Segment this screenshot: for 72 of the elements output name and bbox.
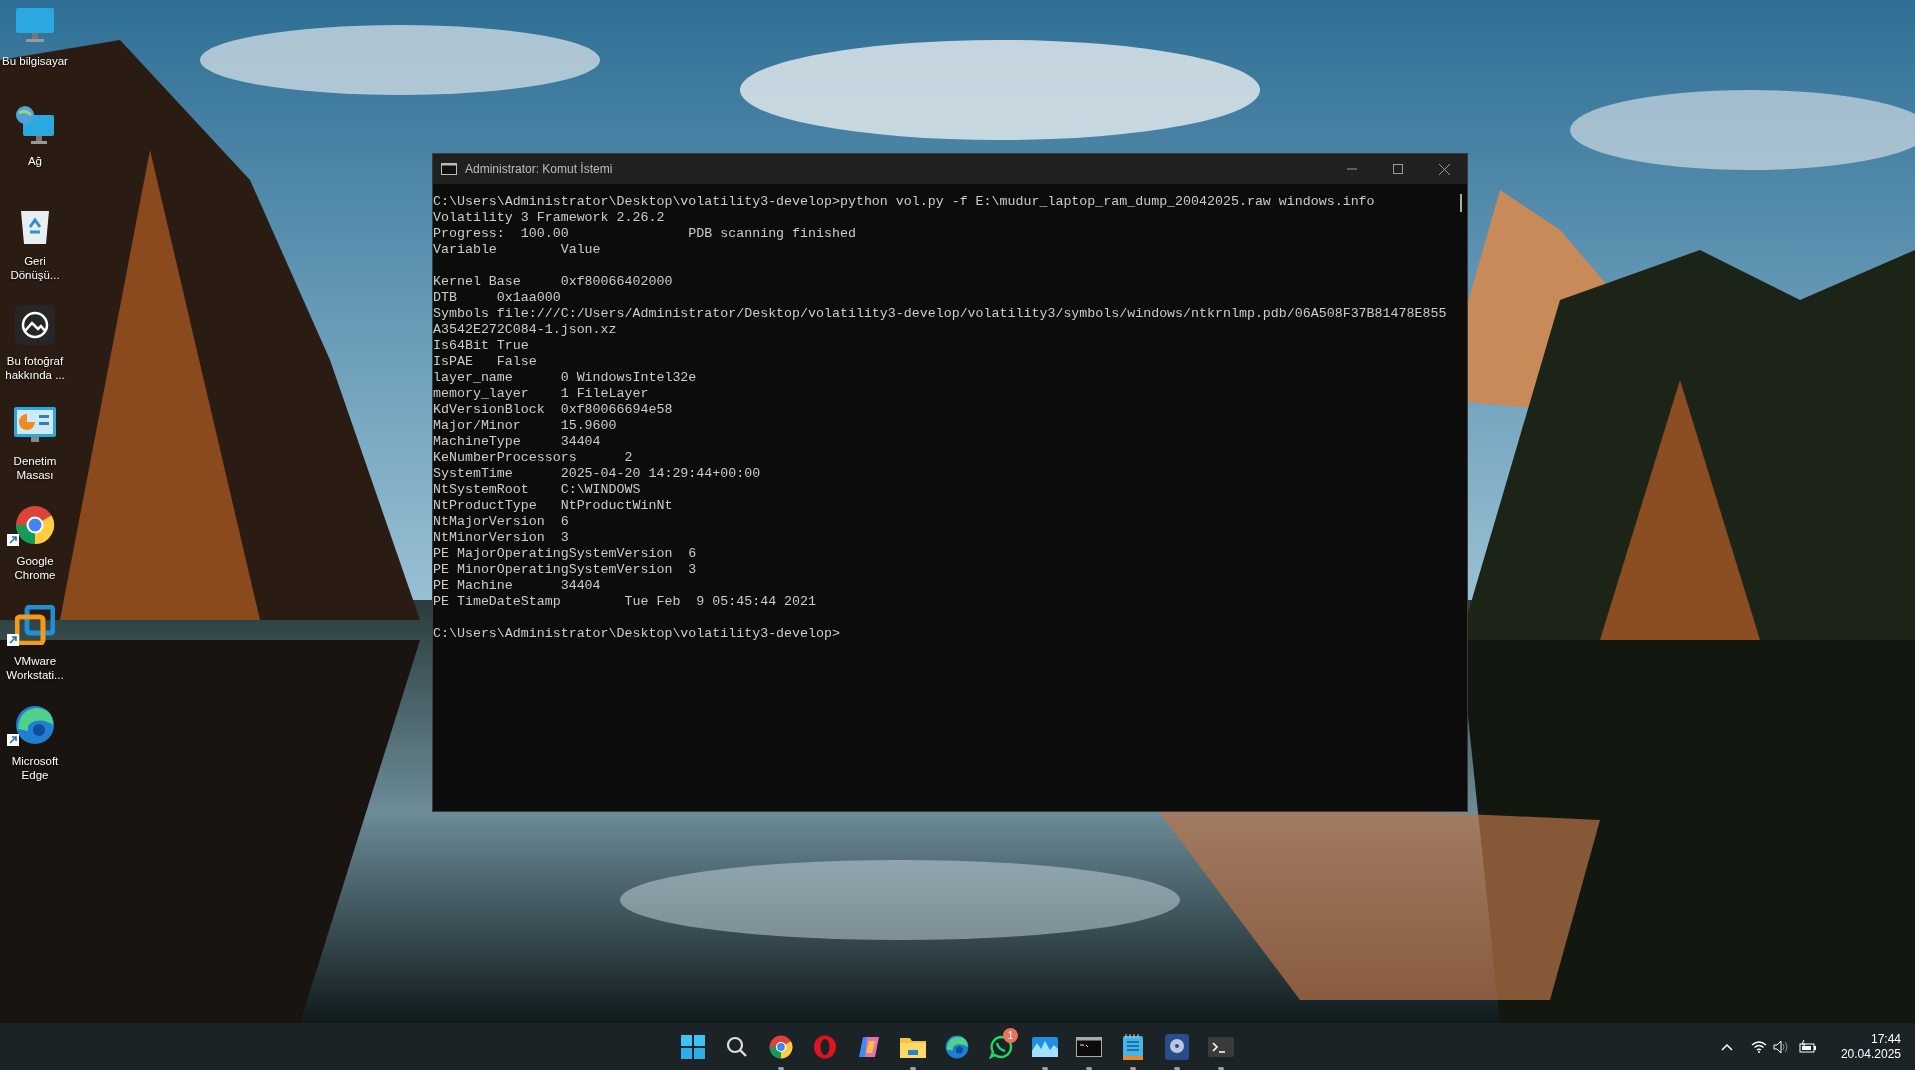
console-line: Symbols file:///C:/Users/Administrator/Desktop/volatility3-develop/volatility3/symbols/windows/ntkrnlmp.pdb/06A508F37B81478E855 <box>433 306 1447 322</box>
shortcut-label: Bu fotoğraf hakkında ... <box>4 354 66 382</box>
notepad-icon <box>1123 1033 1143 1060</box>
console-line: Volatility 3 Framework 2.26.2 <box>433 210 665 226</box>
console-line: Is64Bit True <box>433 338 529 354</box>
console-line: NtSystemRoot C:\WINDOWS <box>433 482 641 498</box>
scrollbar-thumb[interactable] <box>1460 194 1462 212</box>
close-icon <box>1438 163 1450 175</box>
window-title: Administrator: Komut İstemi <box>465 161 613 178</box>
copilot-icon <box>857 1034 881 1059</box>
shortcut-label: Geri Dönüşü... <box>9 254 61 282</box>
console-line: layer_name 0 WindowsIntel32e <box>433 370 697 386</box>
desktop-shortcut[interactable]: Geri Dönüşü... <box>0 200 70 300</box>
terminal-icon <box>1208 1036 1234 1057</box>
console-line: C:\Users\Administrator\Desktop\volatility3-develop> <box>433 626 840 642</box>
console-line: PE MinorOperatingSystemVersion 3 <box>433 562 697 578</box>
console-line: DTB 0x1aa000 <box>433 290 561 306</box>
console-line: MachineType 34404 <box>433 434 601 450</box>
console-line: PE TimeDateStamp Tue Feb 9 05:45:44 2021 <box>433 594 816 610</box>
desktop-shortcut[interactable]: Bu fotoğraf hakkında ... <box>0 300 70 400</box>
wifi-icon[interactable] <box>1750 1040 1767 1053</box>
edge-icon <box>15 705 55 745</box>
speaker-icon[interactable] <box>1772 1039 1789 1054</box>
console-line: C:\Users\Administrator\Desktop\volatility3-develop>python vol.py -f E:\mudur_laptop_ram_dump_20042025.raw windows.info <box>433 194 1375 210</box>
shortcut-label: VMware Workstati... <box>5 654 65 682</box>
shortcut-label: Google Chrome <box>13 554 57 582</box>
shortcut-label: Ağ <box>26 154 44 168</box>
console-line: NtMajorVersion 6 <box>433 514 569 530</box>
console-line: IsPAE False <box>433 354 537 370</box>
chrome-icon <box>15 505 55 545</box>
clock-date[interactable]: 20.04.2025 <box>1840 1046 1901 1062</box>
console-line: Progress: 100.00 PDB scanning finished <box>433 226 856 242</box>
desktop-shortcut[interactable]: VMware Workstati... <box>0 600 70 700</box>
console-line: Variable Value <box>433 242 601 258</box>
battery-icon[interactable] <box>1798 1039 1817 1054</box>
console-line: SystemTime 2025-04-20 14:29:44+00:00 <box>433 466 761 482</box>
console-line: KeNumberProcessors 2 <box>433 450 633 466</box>
console-line: KdVersionBlock 0xf80066694e58 <box>433 402 673 418</box>
notification-badge: 1 <box>1003 1027 1018 1043</box>
desktop-shortcut[interactable]: Bu bilgisayar <box>0 0 70 100</box>
console-line: memory_layer 1 FileLayer <box>433 386 649 402</box>
control-panel-icon <box>13 406 57 444</box>
windows-logo-icon <box>681 1034 705 1059</box>
waveform-window-icon <box>1032 1036 1058 1057</box>
console-line: Major/Minor 15.9600 <box>433 418 617 434</box>
network-monitor-icon <box>15 105 55 145</box>
shortcut-label: Denetim Masası <box>12 454 58 482</box>
desktop-shortcut[interactable]: Google Chrome <box>0 500 70 600</box>
folder-icon <box>900 1035 926 1058</box>
shortcut-label: Microsoft Edge <box>10 754 60 782</box>
maximize-icon <box>1393 164 1403 174</box>
console-line: A3542E272C084-1.json.xz <box>433 322 617 338</box>
monitor-icon <box>15 7 55 43</box>
image-icon <box>15 305 55 345</box>
clock-time[interactable]: 17:44 <box>1870 1031 1901 1047</box>
console-line: Kernel Base 0xf80066402000 <box>433 274 673 290</box>
search-icon <box>726 1035 748 1058</box>
desktop-shortcut[interactable]: Ağ <box>0 100 70 200</box>
console-line: PE MajorOperatingSystemVersion 6 <box>433 546 697 562</box>
shortcut-label: Bu bilgisayar <box>1 54 69 68</box>
edge-icon <box>945 1034 969 1059</box>
console-line: PE Machine 34404 <box>433 578 601 594</box>
chevron-up-icon[interactable] <box>1720 1042 1733 1051</box>
terminal-icon <box>441 163 457 175</box>
opera-icon <box>813 1034 837 1059</box>
console-line: NtProductType NtProductWinNt <box>433 498 673 514</box>
overlapping-squares-icon <box>15 605 55 645</box>
command-prompt-icon <box>1076 1036 1102 1057</box>
desktop-shortcut[interactable]: Denetim Masası <box>0 400 70 500</box>
console-line: NtMinorVersion 3 <box>433 530 569 546</box>
desktop-shortcut[interactable]: Microsoft Edge <box>0 700 70 800</box>
chrome-icon <box>769 1034 793 1059</box>
